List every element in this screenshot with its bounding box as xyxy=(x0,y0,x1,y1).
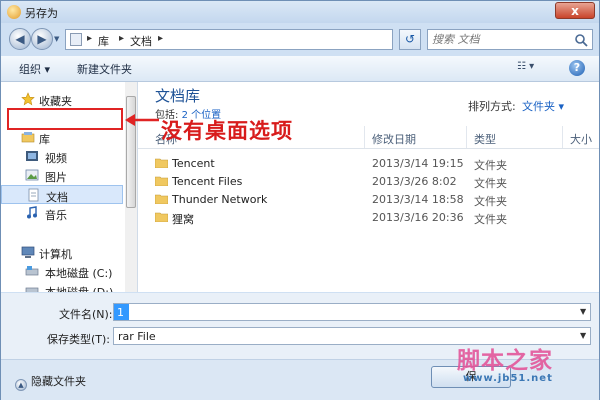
breadcrumb-separator-icon[interactable]: ▸ xyxy=(119,33,124,44)
window-title: 另存为 xyxy=(25,7,58,20)
sidebar-item-label: 收藏夹 xyxy=(39,95,72,108)
document-icon xyxy=(28,188,39,202)
filename-label: 文件名(N): xyxy=(59,308,113,321)
sidebar-item-computer[interactable]: 计算机 xyxy=(1,243,123,262)
address-bar[interactable]: ▸ 库 ▸ 文档 ▸ ▼ xyxy=(65,29,451,50)
file-date: 2013/3/16 20:36 xyxy=(372,211,464,224)
column-type[interactable]: 类型 xyxy=(474,131,496,147)
drive-icon xyxy=(25,266,39,276)
view-options-icon[interactable]: ☷ ▾ xyxy=(517,61,547,75)
folder-icon xyxy=(155,176,168,186)
command-bar: 组织 ▾ 新建文件夹 ☷ ▾ ? xyxy=(1,56,599,82)
forward-button[interactable]: ▶ xyxy=(31,28,53,50)
arrange-by-label: 排列方式: xyxy=(468,100,516,113)
sidebar-item-label: 计算机 xyxy=(39,248,72,261)
sidebar-item-label: 本地磁盘 (D:) xyxy=(45,284,113,292)
column-divider[interactable] xyxy=(364,126,365,148)
chevron-up-icon: ▲ xyxy=(15,379,27,391)
breadcrumb-documents[interactable]: 文档 xyxy=(130,33,152,49)
save-as-dialog: 另存为 x ◀ ▶ ▼ ▸ 库 ▸ 文档 ▸ ▼ ↺ 组织 ▾ 新建文件夹 ☷ … xyxy=(0,0,600,400)
filename-field[interactable]: ▼ xyxy=(113,303,591,321)
app-icon xyxy=(7,5,21,19)
sidebar-item-label: 图片 xyxy=(45,171,67,184)
file-date: 2013/3/26 8:02 xyxy=(372,175,457,188)
column-divider[interactable] xyxy=(562,126,563,148)
breadcrumb-separator-icon[interactable]: ▸ xyxy=(158,33,163,44)
file-type: 文件夹 xyxy=(474,177,507,190)
folder-icon xyxy=(155,158,168,168)
star-icon xyxy=(21,92,35,106)
file-name: Tencent Files xyxy=(172,175,243,188)
sidebar-item-pictures[interactable]: 图片 xyxy=(1,166,123,185)
folder-location-icon xyxy=(70,33,82,46)
file-type: 文件夹 xyxy=(474,159,507,172)
arrow-icon xyxy=(125,114,159,126)
breadcrumb-library[interactable]: 库 xyxy=(98,33,109,49)
library-icon xyxy=(21,132,35,143)
column-date[interactable]: 修改日期 xyxy=(372,131,416,147)
hide-folders-label: 隐藏文件夹 xyxy=(31,375,86,388)
music-icon xyxy=(27,206,37,219)
file-name: Tencent xyxy=(172,157,215,170)
video-icon xyxy=(26,151,38,161)
sidebar-item-drive-c[interactable]: 本地磁盘 (C:) xyxy=(1,262,123,281)
breadcrumb-separator-icon[interactable]: ▸ xyxy=(87,33,92,44)
sidebar-item-label: 本地磁盘 (C:) xyxy=(45,267,113,280)
search-box[interactable] xyxy=(427,29,593,50)
file-row[interactable]: Tencent 2013/3/14 19:15 文件夹 xyxy=(138,155,599,172)
library-title: 文档库 xyxy=(155,87,201,105)
folder-icon xyxy=(155,194,168,204)
file-name: 狸窝 xyxy=(172,213,194,226)
sidebar-item-label: 库 xyxy=(39,133,50,146)
title-bar: 另存为 x xyxy=(1,1,599,23)
file-row[interactable]: Thunder Network 2013/3/14 18:58 文件夹 xyxy=(138,191,599,208)
savetype-label: 保存类型(T): xyxy=(47,333,111,346)
back-button[interactable]: ◀ xyxy=(9,28,31,50)
history-dropdown-icon[interactable]: ▼ xyxy=(54,35,62,43)
file-date: 2013/3/14 19:15 xyxy=(372,157,464,170)
organize-button[interactable]: 组织 ▾ xyxy=(19,61,50,77)
sidebar-item-library[interactable]: 库 xyxy=(1,128,123,147)
search-input[interactable] xyxy=(428,30,572,49)
drive-icon xyxy=(25,287,39,292)
savetype-value: rar File xyxy=(118,330,156,343)
watermark-url: www.jb51.net xyxy=(463,373,553,384)
file-row[interactable]: Tencent Files 2013/3/26 8:02 文件夹 xyxy=(138,173,599,190)
search-icon[interactable] xyxy=(574,33,588,47)
file-name: Thunder Network xyxy=(172,193,268,206)
sidebar-item-documents[interactable]: 文档 xyxy=(1,185,123,204)
picture-icon xyxy=(25,169,39,181)
sidebar-item-label: 文档 xyxy=(46,191,68,204)
new-folder-button[interactable]: 新建文件夹 xyxy=(77,61,132,77)
chevron-down-icon[interactable]: ▼ xyxy=(580,331,586,340)
filename-input[interactable] xyxy=(114,304,129,320)
sidebar-item-music[interactable]: 音乐 xyxy=(1,204,123,223)
file-row[interactable]: 狸窝 2013/3/16 20:36 文件夹 xyxy=(138,209,599,226)
highlight-box xyxy=(7,108,123,130)
folder-icon xyxy=(155,212,168,222)
sidebar-item-videos[interactable]: 视频 xyxy=(1,147,123,166)
sidebar-item-label: 音乐 xyxy=(45,209,67,222)
annotation-text: 没有桌面选项 xyxy=(161,118,293,143)
file-type: 文件夹 xyxy=(474,195,507,208)
file-date: 2013/3/14 18:58 xyxy=(372,193,464,206)
sidebar-item-label: 视频 xyxy=(45,152,67,165)
sidebar-item-favorites[interactable]: 收藏夹 xyxy=(1,90,123,109)
close-button[interactable]: x xyxy=(555,2,595,19)
file-list-pane: 文档库 包括: 2 个位置 排列方式: 文件夹 ▾ 名称 修改日期 类型 大小 … xyxy=(138,82,599,292)
navigation-bar: ◀ ▶ ▼ ▸ 库 ▸ 文档 ▸ ▼ ↺ xyxy=(1,25,599,55)
watermark-text: 脚本之家 xyxy=(457,347,553,374)
help-icon[interactable]: ? xyxy=(569,60,585,76)
refresh-button[interactable]: ↺ xyxy=(399,29,421,50)
arrange-by-dropdown[interactable]: 文件夹 ▾ xyxy=(522,98,564,114)
hide-folders-toggle[interactable]: ▲ 隐藏文件夹 xyxy=(15,373,86,391)
sidebar-item-drive-d[interactable]: 本地磁盘 (D:) xyxy=(1,281,123,292)
computer-icon xyxy=(21,246,35,258)
chevron-down-icon[interactable]: ▼ xyxy=(580,307,586,316)
column-divider[interactable] xyxy=(466,126,467,148)
file-type: 文件夹 xyxy=(474,213,507,226)
column-size[interactable]: 大小 xyxy=(570,131,592,147)
